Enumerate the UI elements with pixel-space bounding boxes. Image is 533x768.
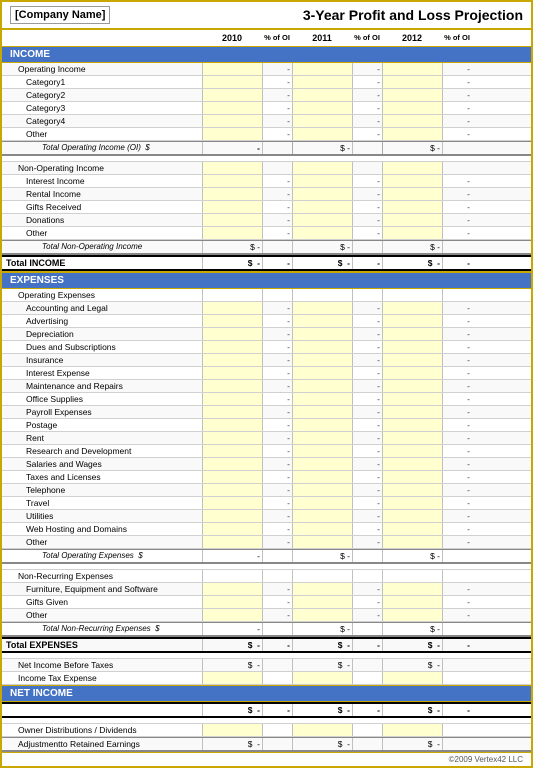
list-item: Interest Expense - - - bbox=[2, 367, 531, 380]
list-item: Research and Development - - - bbox=[2, 445, 531, 458]
total-noi-row: Total Non-Operating Income $ - $ - $ - bbox=[2, 240, 531, 255]
total-income-row: Total INCOME $ - - $ - - $ - - bbox=[2, 255, 531, 271]
owner-dist-row: Owner Distributions / Dividends bbox=[2, 724, 531, 737]
list-item: Salaries and Wages - - - bbox=[2, 458, 531, 471]
col-year2: 2011 bbox=[292, 32, 352, 44]
list-item: Office Supplies - - - bbox=[2, 393, 531, 406]
oi-y1[interactable] bbox=[202, 63, 262, 75]
income-section-header: INCOME bbox=[2, 47, 531, 63]
col-year1: 2010 bbox=[202, 32, 262, 44]
footer: ©2009 Vertex42 LLC bbox=[2, 752, 531, 766]
non-recurring-label-row: Non-Recurring Expenses bbox=[2, 570, 531, 583]
list-item: Advertising - - - bbox=[2, 315, 531, 328]
income-row-cat1: Category1 bbox=[2, 76, 202, 88]
oi-y3[interactable] bbox=[382, 63, 442, 75]
list-item: Maintenance and Repairs - - - bbox=[2, 380, 531, 393]
company-name: [Company Name] bbox=[10, 6, 110, 24]
list-item: Category2 - - - bbox=[2, 89, 531, 102]
list-item: Gifts Given - - - bbox=[2, 596, 531, 609]
list-item: Rental Income - - - bbox=[2, 188, 531, 201]
list-item: Other - - - bbox=[2, 536, 531, 549]
copyright: ©2009 Vertex42 LLC bbox=[449, 755, 523, 764]
net-income-row: $ - - $ - - $ - - bbox=[2, 702, 531, 718]
list-item: Gifts Received - - - bbox=[2, 201, 531, 214]
list-item: Taxes and Licenses - - - bbox=[2, 471, 531, 484]
list-item: Interest Income - - - bbox=[2, 175, 531, 188]
list-item: Category1 - - - bbox=[2, 76, 531, 89]
net-before-taxes-row: Net Income Before Taxes $ - $ - $ - bbox=[2, 659, 531, 672]
operating-income-label-row: Operating Income - - - bbox=[2, 63, 531, 76]
list-item: Accounting and Legal - - - bbox=[2, 302, 531, 315]
col-pct3: % of OI bbox=[442, 32, 472, 44]
list-item: Furniture, Equipment and Software - - - bbox=[2, 583, 531, 596]
list-item: Utilities - - - bbox=[2, 510, 531, 523]
list-item: Donations - - - bbox=[2, 214, 531, 227]
oi-pct1: - bbox=[262, 63, 292, 75]
col-pct2: % of OI bbox=[352, 32, 382, 44]
total-oe-row: Total Operating Expenses $ - $ - $ - bbox=[2, 549, 531, 564]
list-item: Web Hosting and Domains - - - bbox=[2, 523, 531, 536]
non-op-income-label-row: Non-Operating Income bbox=[2, 162, 531, 175]
list-item: Rent - - - bbox=[2, 432, 531, 445]
oi-pct2: - bbox=[352, 63, 382, 75]
list-item: Payroll Expenses - - - bbox=[2, 406, 531, 419]
operating-income-label: Operating Income bbox=[2, 63, 202, 75]
oi-y2[interactable] bbox=[292, 63, 352, 75]
list-item: Category3 - - - bbox=[2, 102, 531, 115]
list-item: Postage - - - bbox=[2, 419, 531, 432]
oi-pct3: - bbox=[442, 63, 472, 75]
report-title: 3-Year Profit and Loss Projection bbox=[303, 7, 523, 23]
expenses-section-header: EXPENSES bbox=[2, 271, 531, 289]
list-item: Category4 - - - bbox=[2, 115, 531, 128]
column-headers: 2010 % of OI 2011 % of OI 2012 % of OI bbox=[2, 30, 531, 47]
list-item: Depreciation - - - bbox=[2, 328, 531, 341]
income-tax-row: Income Tax Expense bbox=[2, 672, 531, 685]
col-label bbox=[2, 32, 202, 44]
total-expenses-row: Total EXPENSES $ - - $ - - $ - - bbox=[2, 637, 531, 653]
total-oi-row: Total Operating Income (OI) $ - $ - $ - bbox=[2, 141, 531, 156]
col-year3: 2012 bbox=[382, 32, 442, 44]
list-item: Insurance - - - bbox=[2, 354, 531, 367]
list-item: Telephone - - - bbox=[2, 484, 531, 497]
list-item: Dues and Subscriptions - - - bbox=[2, 341, 531, 354]
operating-expenses-label-row: Operating Expenses bbox=[2, 289, 531, 302]
net-income-section-header: NET INCOME bbox=[2, 685, 531, 702]
list-item: Other - - - bbox=[2, 128, 531, 141]
list-item: Other - - - bbox=[2, 227, 531, 240]
total-nre-row: Total Non-Recurring Expenses $ - $ - $ - bbox=[2, 622, 531, 637]
list-item: Travel - - - bbox=[2, 497, 531, 510]
adj-retained-row: Adjustmentto Retained Earnings $ - $ - $… bbox=[2, 737, 531, 752]
col-pct1: % of OI bbox=[262, 32, 292, 44]
list-item: Other - - - bbox=[2, 609, 531, 622]
